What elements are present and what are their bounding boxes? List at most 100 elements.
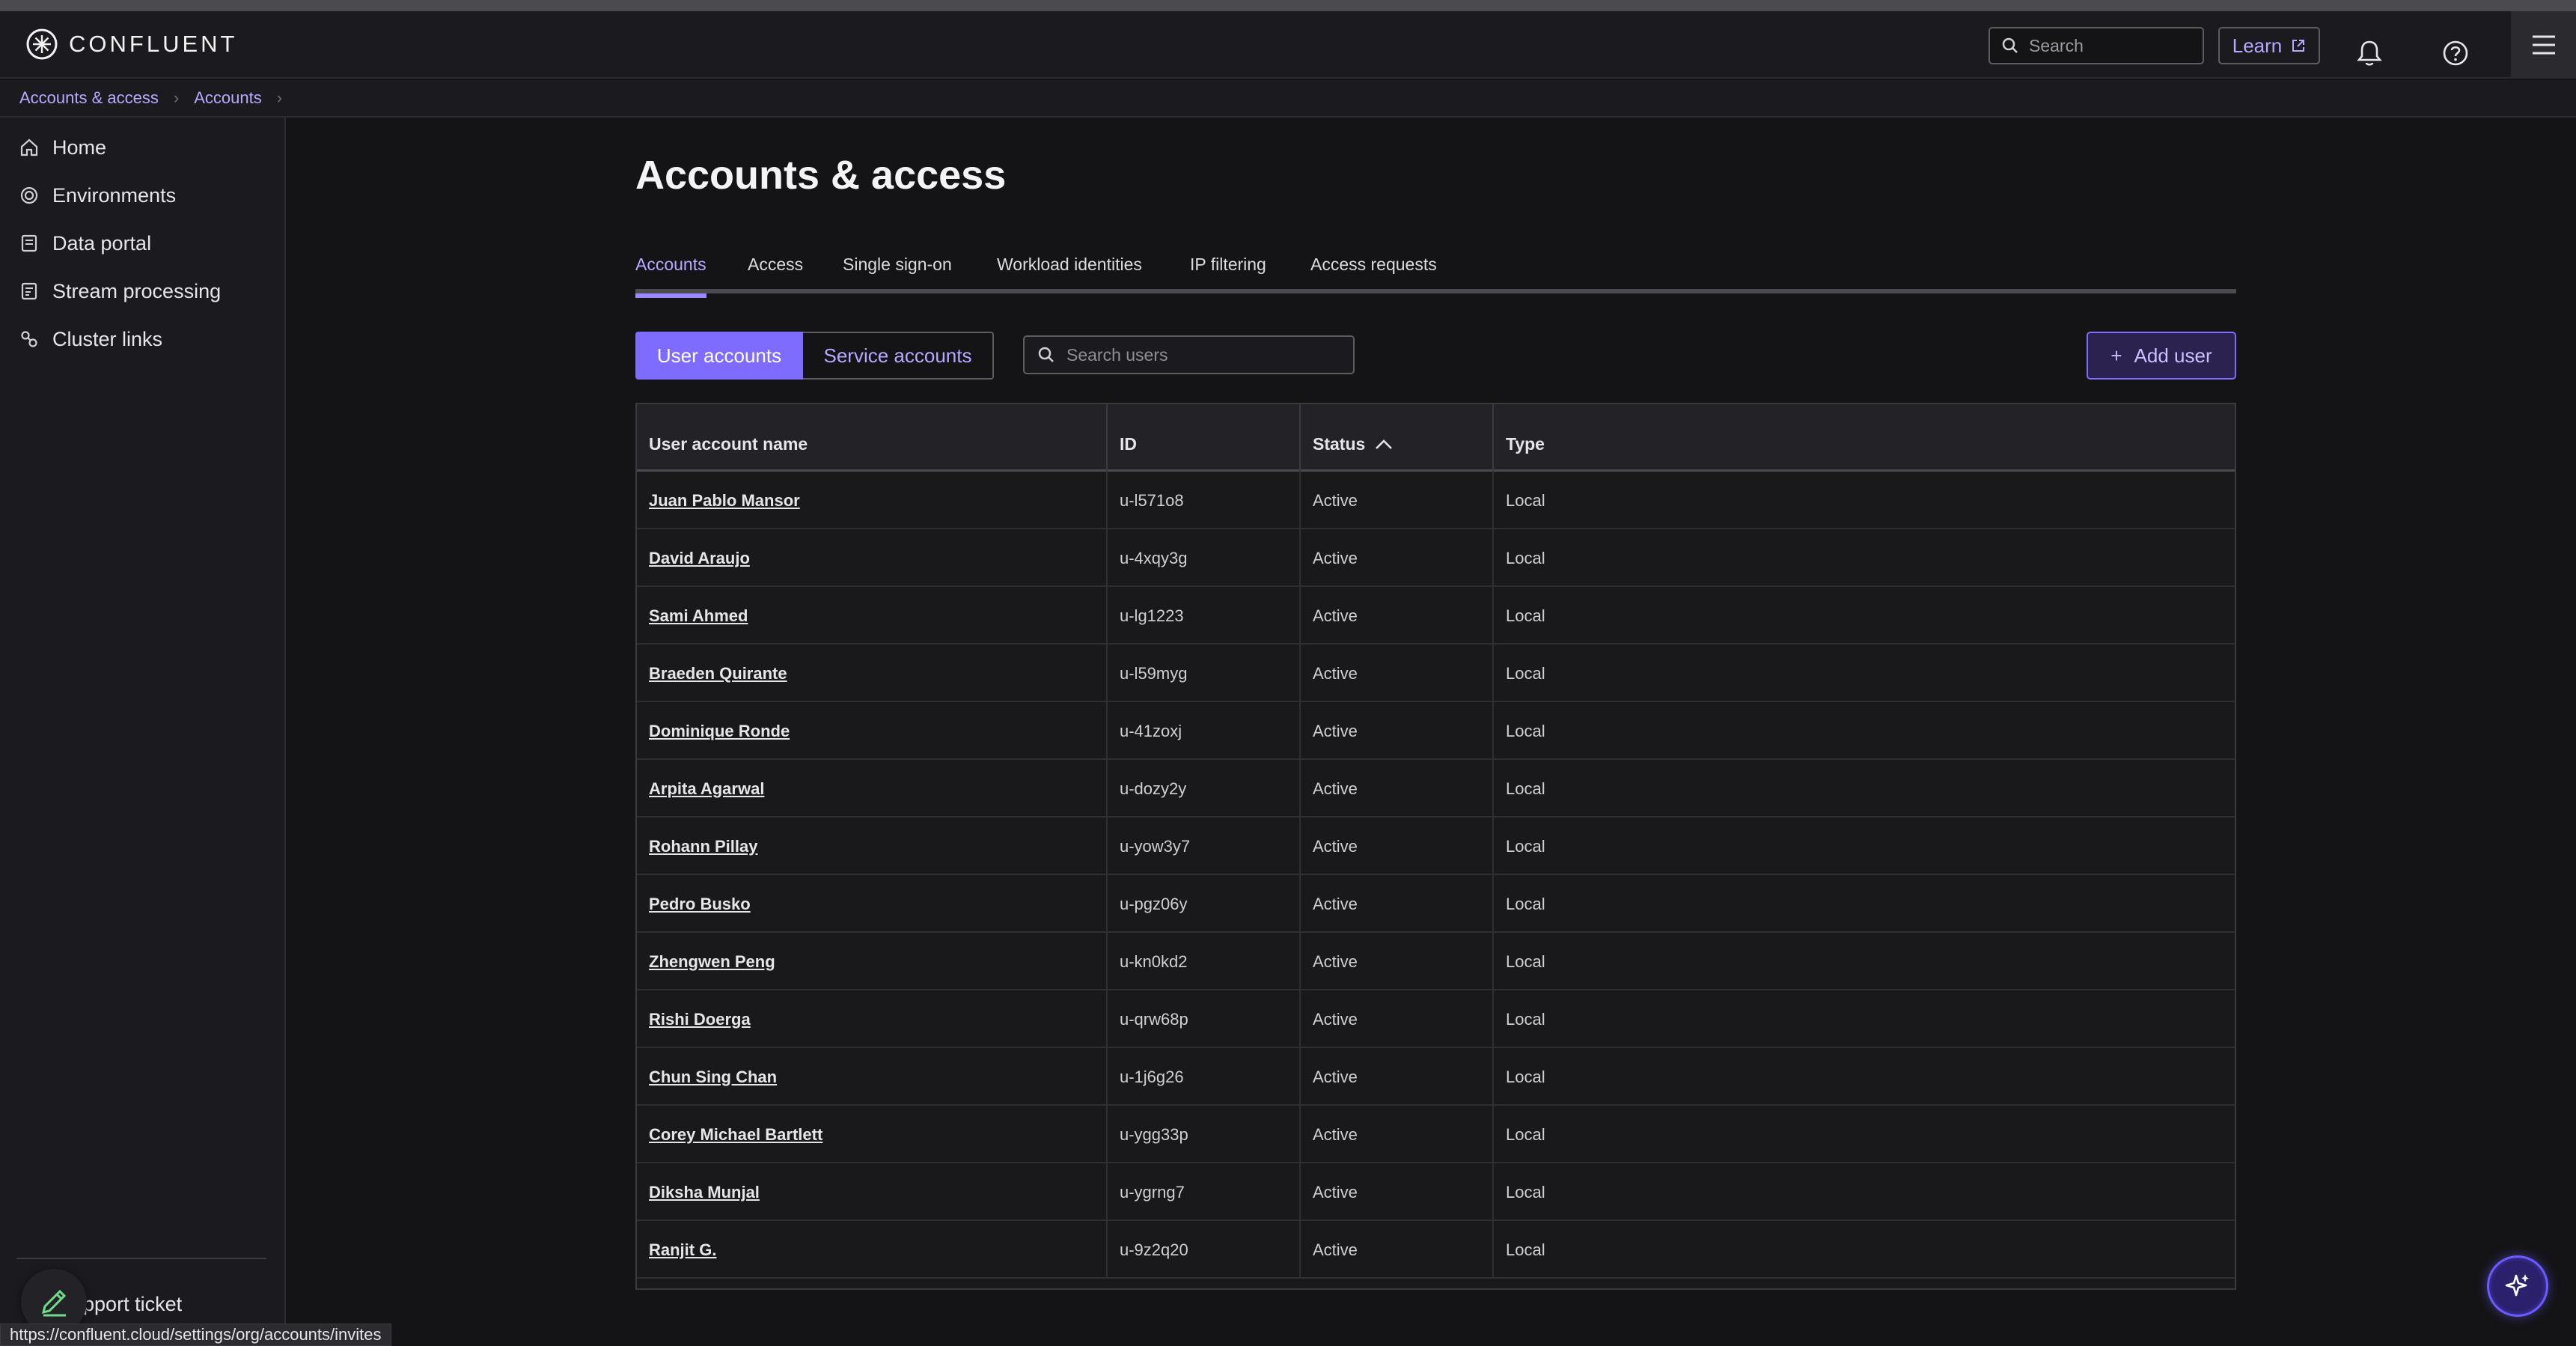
cell-type: Local [1506, 721, 1545, 740]
cell-name: Chun Sing Chan [637, 1048, 1108, 1106]
sidebar-item-label: Cluster links [52, 327, 163, 350]
cell-name: Ranjit G. [637, 1221, 1108, 1279]
search-icon [1038, 347, 1054, 362]
cell-status: Active [1301, 587, 1494, 645]
user-name-link[interactable]: Sami Ahmed [649, 606, 748, 626]
cell-status: Active [1301, 1106, 1494, 1163]
table-row: Rishi Doerga u-qrw68p Active Local [637, 990, 2235, 1048]
user-name-link[interactable]: Arpita Agarwal [649, 779, 764, 799]
add-user-button[interactable]: + Add user [2087, 332, 2236, 380]
user-name-link[interactable]: Chun Sing Chan [649, 1068, 777, 1087]
cell-status: Active [1301, 1048, 1494, 1106]
cell-status: Active [1301, 817, 1494, 875]
search-users-input[interactable] [1065, 344, 1334, 366]
cell-id: u-41zoxj [1108, 702, 1301, 760]
column-header-name[interactable]: User account name [637, 404, 1108, 472]
user-accounts-button[interactable]: User accounts [635, 332, 803, 380]
breadcrumb: Accounts & access › Accounts › [0, 80, 2576, 118]
user-name-link[interactable]: Diksha Munjal [649, 1183, 760, 1202]
environments-icon [20, 186, 38, 204]
table-row: Ranjit G. u-9z2q20 Active Local [637, 1221, 2235, 1279]
table-row: Diksha Munjal u-ygrng7 Active Local [637, 1163, 2235, 1221]
breadcrumb-accounts-access[interactable]: Accounts & access [19, 88, 159, 108]
cell-name: Corey Michael Bartlett [637, 1106, 1108, 1163]
cell-id: u-pgz06y [1108, 875, 1301, 933]
table-row: Pedro Busko u-pgz06y Active Local [637, 875, 2235, 933]
cell-id: u-dozy2y [1108, 760, 1301, 817]
table-row: Juan Pablo Mansor u-l571o8 Active Local [637, 472, 2235, 529]
cell-id: u-ygrng7 [1108, 1163, 1301, 1221]
breadcrumb-accounts[interactable]: Accounts [194, 88, 262, 108]
sidebar-item-home[interactable]: Home [19, 130, 106, 165]
sidebar-divider [16, 1258, 266, 1259]
global-search-input[interactable] [2027, 34, 2192, 57]
plus-icon: + [2110, 344, 2122, 367]
cell-id: u-lg1223 [1108, 587, 1301, 645]
column-header-status[interactable]: Status [1301, 404, 1494, 472]
column-header-type[interactable]: Type [1494, 404, 2186, 472]
user-name-link[interactable]: Braeden Quirante [649, 664, 787, 683]
cell-type: Local [1506, 779, 1545, 798]
cell-status: Active [1301, 1221, 1494, 1279]
notifications-bell-icon[interactable] [2354, 38, 2384, 68]
cell-name: Pedro Busko [637, 875, 1108, 933]
ai-assistant-button[interactable] [2487, 1255, 2548, 1317]
cell-id: u-l571o8 [1108, 472, 1301, 529]
tab-access[interactable]: Access [748, 250, 803, 293]
cell-id: u-4xqy3g [1108, 529, 1301, 587]
cell-type: Local [1506, 1240, 1545, 1259]
global-search[interactable] [1989, 27, 2204, 64]
cell-type: Local [1506, 548, 1545, 567]
cell-name: Diksha Munjal [637, 1163, 1108, 1221]
column-header-id[interactable]: ID [1108, 404, 1301, 472]
service-accounts-button[interactable]: Service accounts [803, 332, 994, 380]
cell-status: Active [1301, 875, 1494, 933]
user-name-link[interactable]: David Araujo [649, 549, 750, 568]
column-header-actions [2186, 404, 2235, 472]
table-row: Braeden Quirante u-l59myg Active Local [637, 645, 2235, 702]
tab-workload-identities[interactable]: Workload identities [997, 250, 1142, 293]
sidebar-item-environments[interactable]: Environments [19, 178, 176, 213]
cell-status: Active [1301, 933, 1494, 990]
cell-type: Local [1506, 1009, 1545, 1029]
cell-status: Active [1301, 760, 1494, 817]
hamburger-menu-icon[interactable] [2511, 11, 2576, 79]
user-name-link[interactable]: Dominique Ronde [649, 722, 790, 741]
sidebar: Home Environments Data portal Stream pro… [0, 118, 286, 1346]
tab-single-sign-on[interactable]: Single sign-on [843, 250, 952, 293]
tab-ip-filtering[interactable]: IP filtering [1190, 250, 1266, 293]
sidebar-item-cluster-links[interactable]: Cluster links [19, 322, 162, 356]
table-row: David Araujo u-4xqy3g Active Local [637, 529, 2235, 587]
cell-status: Active [1301, 529, 1494, 587]
user-name-link[interactable]: Juan Pablo Mansor [649, 491, 800, 511]
sidebar-item-label: Environments [52, 183, 177, 207]
cell-name: Braeden Quirante [637, 645, 1108, 702]
cell-type: Local [1506, 1182, 1545, 1202]
stream-processing-icon [21, 282, 37, 300]
sidebar-item-data-portal[interactable]: Data portal [19, 226, 151, 261]
confluent-logo[interactable]: CONFLUENT [25, 28, 237, 61]
sidebar-item-label: Data portal [52, 231, 152, 255]
cell-id: u-kn0kd2 [1108, 933, 1301, 990]
search-icon [2002, 37, 2018, 53]
cell-status: Active [1301, 1163, 1494, 1221]
tab-access-requests[interactable]: Access requests [1310, 250, 1437, 293]
sort-ascending-icon [1376, 439, 1393, 449]
user-name-link[interactable]: Ranjit G. [649, 1240, 716, 1260]
user-name-link[interactable]: Rishi Doerga [649, 1010, 751, 1029]
cell-id: u-1j6g26 [1108, 1048, 1301, 1106]
user-name-link[interactable]: Rohann Pillay [649, 837, 757, 856]
learn-button[interactable]: Learn [2218, 27, 2320, 64]
status-header-label: Status [1313, 433, 1366, 454]
cell-id: u-9z2q20 [1108, 1221, 1301, 1279]
search-users[interactable] [1023, 335, 1355, 374]
cell-status: Active [1301, 645, 1494, 702]
cell-id: u-qrw68p [1108, 990, 1301, 1048]
user-name-link[interactable]: Zhengwen Peng [649, 952, 775, 972]
user-name-link[interactable]: Pedro Busko [649, 895, 751, 914]
help-icon[interactable] [2441, 38, 2470, 68]
cell-type: Local [1506, 894, 1545, 913]
user-name-link[interactable]: Corey Michael Bartlett [649, 1125, 822, 1145]
tab-accounts[interactable]: Accounts [635, 250, 706, 298]
sidebar-item-stream-processing[interactable]: Stream processing [19, 274, 221, 308]
